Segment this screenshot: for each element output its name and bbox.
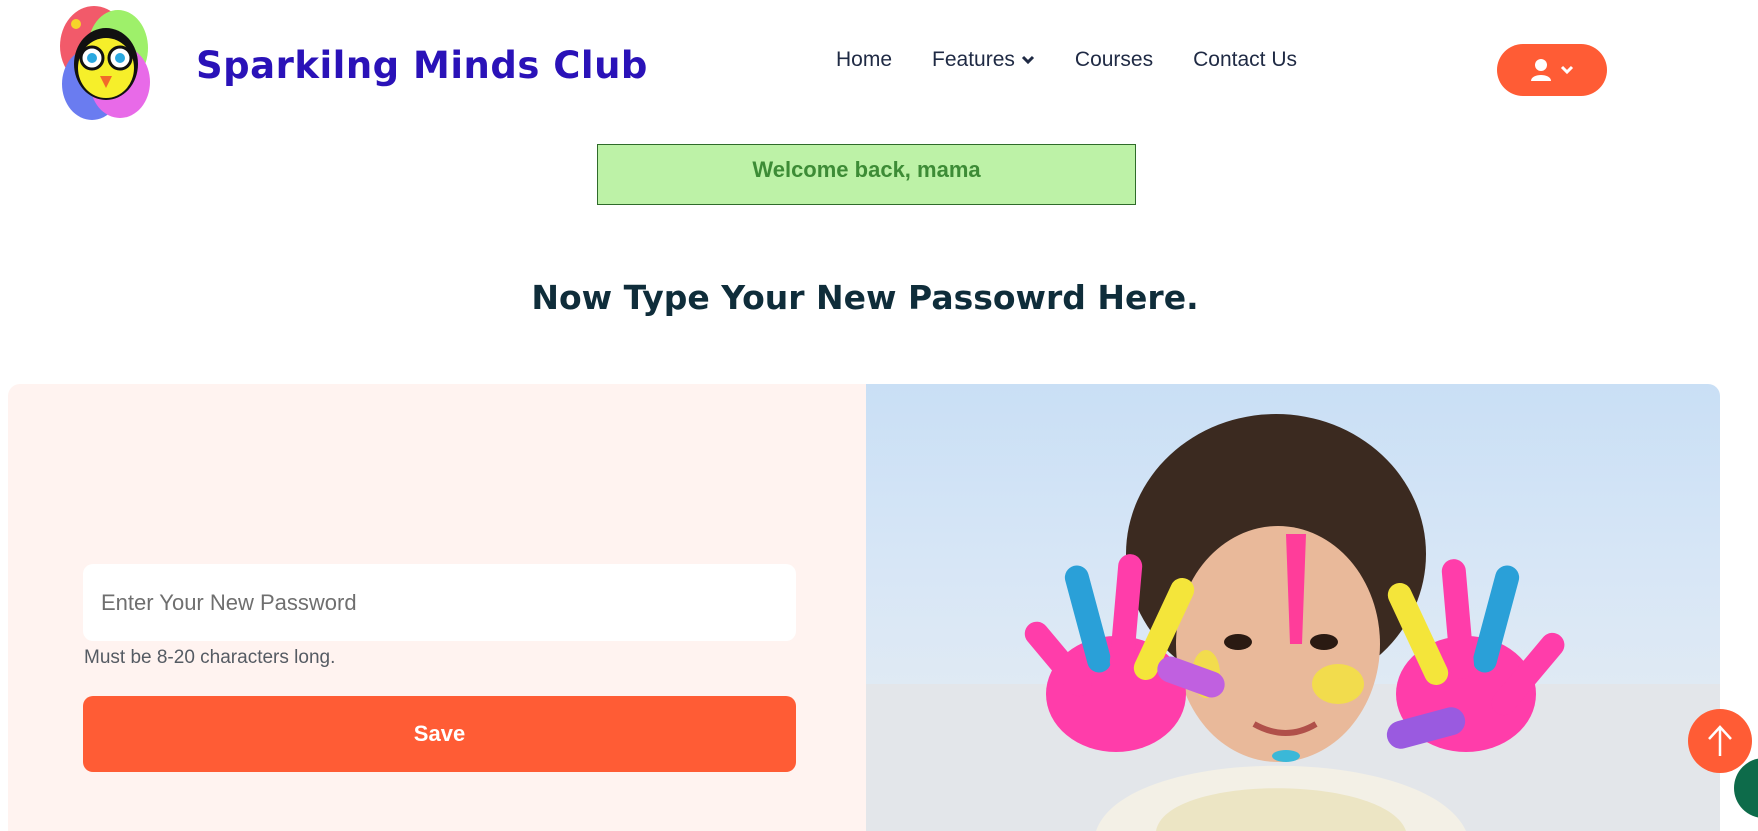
nav-home-label: Home <box>836 48 893 71</box>
site-header: Sparkilng Minds Club Home Features Cours… <box>0 0 1758 130</box>
new-password-input[interactable] <box>83 564 796 641</box>
password-form-panel: Must be 8-20 characters long. Save <box>8 384 866 831</box>
nav-contact-label: Contact Us <box>1193 48 1297 71</box>
password-hint: Must be 8-20 characters long. <box>84 647 336 668</box>
brand-name[interactable]: Sparkilng Minds Club <box>196 44 648 87</box>
user-icon <box>1531 59 1551 81</box>
photo-illustration <box>866 414 1720 831</box>
nav-features-label: Features <box>932 48 1015 71</box>
welcome-alert: Welcome back, mama <box>597 144 1136 205</box>
nav-features[interactable]: Features <box>932 48 1035 72</box>
nav-courses-label: Courses <box>1074 48 1154 71</box>
save-button[interactable]: Save <box>83 696 796 772</box>
scroll-to-top-button[interactable] <box>1688 709 1752 773</box>
chevron-down-icon <box>1560 65 1574 75</box>
nav-home[interactable]: Home <box>836 48 892 72</box>
chevron-down-icon <box>1021 55 1034 65</box>
page-title: Now Type Your New Passowrd Here. <box>531 278 1199 317</box>
child-painted-hands-photo <box>866 384 1720 831</box>
nav-courses[interactable]: Courses <box>1075 48 1153 72</box>
main-nav: Home Features Courses Contact Us <box>836 48 1297 72</box>
arrow-up-icon <box>1708 725 1732 756</box>
user-menu-button[interactable] <box>1497 44 1607 96</box>
owl-logo[interactable] <box>58 4 150 122</box>
nav-contact[interactable]: Contact Us <box>1193 48 1297 72</box>
